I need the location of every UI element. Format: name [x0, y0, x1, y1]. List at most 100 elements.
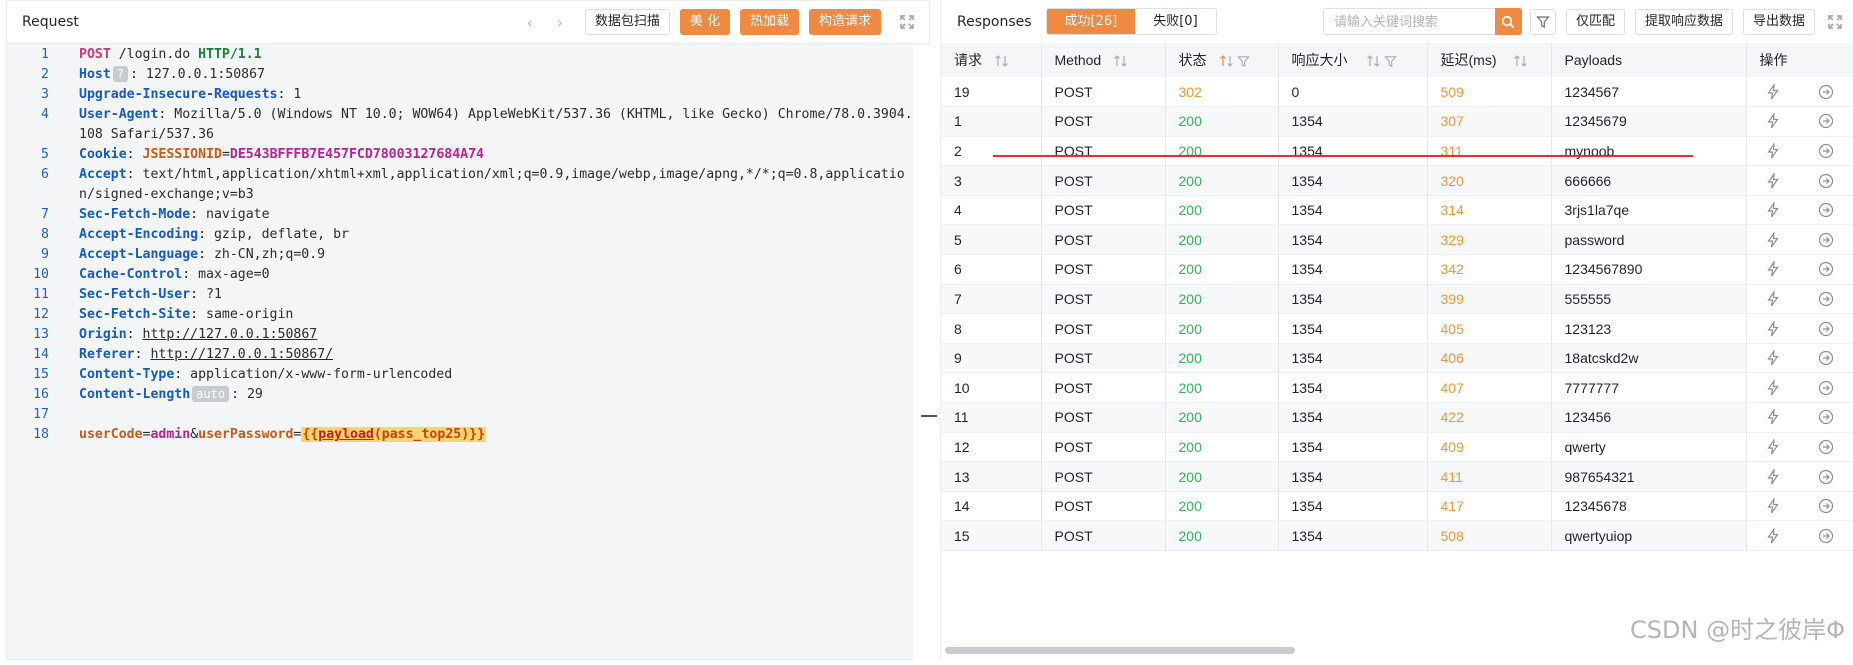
panel-splitter[interactable]	[921, 415, 937, 417]
table-row[interactable]: 2 POST 200 1354 311 mynoob	[941, 136, 1853, 167]
sort-icon-active[interactable]	[1219, 55, 1235, 68]
table-row[interactable]: 3 POST 200 1354 320 666666	[941, 165, 1853, 196]
tab-fail[interactable]: 失败[0]	[1135, 9, 1215, 34]
flash-icon[interactable]	[1766, 202, 1780, 218]
request-editor[interactable]: 1 POST /login.do HTTP/1.1 2 Host?: 127.0…	[7, 45, 913, 660]
cell-latency: 314	[1427, 195, 1552, 226]
table-row[interactable]: 15 POST 200 1354 508 qwertyuiop	[941, 520, 1853, 551]
chevron-left-icon[interactable]: ‹	[515, 13, 545, 32]
search-button[interactable]	[1494, 8, 1522, 35]
flash-icon[interactable]	[1766, 231, 1780, 248]
arrow-circle-right-icon[interactable]	[1818, 409, 1834, 425]
flash-icon[interactable]	[1766, 261, 1780, 277]
flash-icon[interactable]	[1766, 113, 1780, 129]
packet-scan-button[interactable]: 数据包扫描	[584, 9, 670, 35]
col-request[interactable]: 请求	[941, 43, 1042, 77]
arrow-circle-right-icon[interactable]	[1818, 261, 1834, 277]
cell-size: 1354	[1278, 461, 1428, 492]
table-row[interactable]: 8 POST 200 1354 405 123123	[941, 313, 1853, 344]
arrow-circle-right-icon[interactable]	[1818, 380, 1834, 396]
cell-latency: 422	[1427, 402, 1552, 433]
arrow-circle-right-icon[interactable]	[1818, 173, 1834, 189]
arrow-circle-right-icon[interactable]	[1818, 528, 1834, 544]
table-row[interactable]: 9 POST 200 1354 406 18atcskd2w	[941, 343, 1853, 374]
col-status[interactable]: 状态	[1165, 43, 1279, 77]
origin-link[interactable]: http://127.0.0.1:50867	[143, 327, 318, 342]
editor-scrollbar[interactable]	[913, 45, 931, 660]
flash-icon[interactable]	[1766, 142, 1780, 159]
col-latency[interactable]: 延迟(ms)	[1427, 43, 1552, 77]
flash-icon[interactable]	[1766, 350, 1780, 366]
referer-link[interactable]: http://127.0.0.1:50867/	[150, 347, 333, 362]
table-row[interactable]: 19 POST 302 0 509 1234567	[941, 77, 1853, 108]
table-row[interactable]: 7 POST 200 1354 399 555555	[941, 284, 1853, 315]
payload-placeholder[interactable]: {{payload(pass_top25)}}	[301, 427, 487, 442]
arrow-circle-right-icon[interactable]	[1818, 143, 1834, 159]
flash-icon[interactable]	[1766, 527, 1780, 544]
arrow-circle-right-icon[interactable]	[1818, 202, 1834, 218]
expand-icon[interactable]	[899, 14, 915, 30]
cell-size: 1354	[1278, 313, 1428, 344]
table-row[interactable]: 10 POST 200 1354 407 7777777	[941, 372, 1853, 404]
table-row[interactable]: 6 POST 200 1354 342 1234567890	[941, 254, 1853, 285]
responses-table-container[interactable]: 请求 Method 状态 响应大小 延迟(ms) Payloads 操作 19 P…	[941, 43, 1853, 643]
arrow-circle-right-icon[interactable]	[1818, 498, 1834, 514]
table-row[interactable]: 13 POST 200 1354 411 987654321	[941, 461, 1853, 492]
extract-response-button[interactable]: 提取响应数据	[1634, 8, 1733, 35]
sort-icon[interactable]	[1513, 55, 1529, 68]
exact-match-button[interactable]: 仅匹配	[1565, 8, 1625, 35]
cell-request-id: 7	[941, 284, 1042, 315]
flash-icon[interactable]	[1766, 379, 1780, 396]
table-row[interactable]: 12 POST 200 1354 409 qwerty	[941, 432, 1853, 463]
table-row[interactable]: 4 POST 200 1354 314 3rjs1la7qe	[941, 195, 1853, 226]
flash-icon[interactable]	[1766, 320, 1780, 337]
responses-table: 请求 Method 状态 响应大小 延迟(ms) Payloads 操作 19 P…	[941, 43, 1853, 551]
search-input[interactable]	[1322, 8, 1495, 35]
arrow-circle-right-icon[interactable]	[1818, 439, 1834, 455]
cell-status: 200	[1165, 136, 1279, 167]
col-method[interactable]: Method	[1041, 43, 1166, 77]
flash-icon[interactable]	[1766, 468, 1780, 485]
table-row[interactable]: 1 POST 200 1354 307 12345679	[941, 106, 1853, 137]
filter-button[interactable]	[1529, 8, 1556, 35]
flash-icon[interactable]	[1766, 409, 1780, 425]
tab-success[interactable]: 成功[26]	[1046, 9, 1136, 34]
arrow-circle-right-icon[interactable]	[1818, 84, 1834, 100]
beautify-button[interactable]: 美 化	[679, 9, 730, 35]
arrow-circle-right-icon[interactable]	[1818, 291, 1834, 307]
cell-latency: 508	[1427, 520, 1552, 551]
sort-icon[interactable]	[1366, 55, 1382, 68]
flash-icon[interactable]	[1766, 498, 1780, 514]
table-row[interactable]: 5 POST 200 1354 329 password	[941, 224, 1853, 256]
horizontal-scrollbar[interactable]	[945, 647, 1295, 654]
cell-status: 200	[1165, 106, 1279, 137]
cell-actions	[1745, 402, 1853, 433]
table-row[interactable]: 14 POST 200 1354 417 12345678	[941, 491, 1853, 522]
arrow-circle-right-icon[interactable]	[1818, 232, 1834, 248]
flash-icon[interactable]	[1766, 438, 1780, 455]
cell-status: 200	[1165, 224, 1279, 256]
filter-icon[interactable]	[1383, 55, 1397, 68]
sort-icon[interactable]	[994, 55, 1010, 68]
chevron-right-icon[interactable]: ›	[545, 13, 575, 32]
expand-icon[interactable]	[1827, 14, 1843, 30]
arrow-circle-right-icon[interactable]	[1818, 113, 1834, 129]
construct-request-button[interactable]: 构造请求	[808, 9, 881, 35]
col-size[interactable]: 响应大小	[1278, 43, 1428, 77]
cell-request-id: 1	[941, 106, 1042, 137]
cell-method: POST	[1041, 224, 1166, 256]
flash-icon[interactable]	[1766, 172, 1780, 189]
arrow-circle-right-icon[interactable]	[1818, 321, 1834, 337]
hotload-button[interactable]: 热加载	[739, 9, 799, 35]
flash-icon[interactable]	[1766, 290, 1780, 307]
arrow-circle-right-icon[interactable]	[1818, 469, 1834, 485]
cell-payload: 666666	[1551, 165, 1747, 196]
flash-icon[interactable]	[1766, 83, 1780, 100]
export-data-button[interactable]: 导出数据	[1742, 8, 1815, 35]
table-row[interactable]: 11 POST 200 1354 422 123456	[941, 402, 1853, 433]
sort-icon[interactable]	[1113, 55, 1129, 68]
code-line-4: 4 User-Agent: Mozilla/5.0 (Windows NT 10…	[41, 107, 913, 142]
code-line-15: 15 Content-Type: application/x-www-form-…	[33, 367, 453, 382]
arrow-circle-right-icon[interactable]	[1818, 350, 1834, 366]
filter-icon[interactable]	[1236, 55, 1250, 68]
